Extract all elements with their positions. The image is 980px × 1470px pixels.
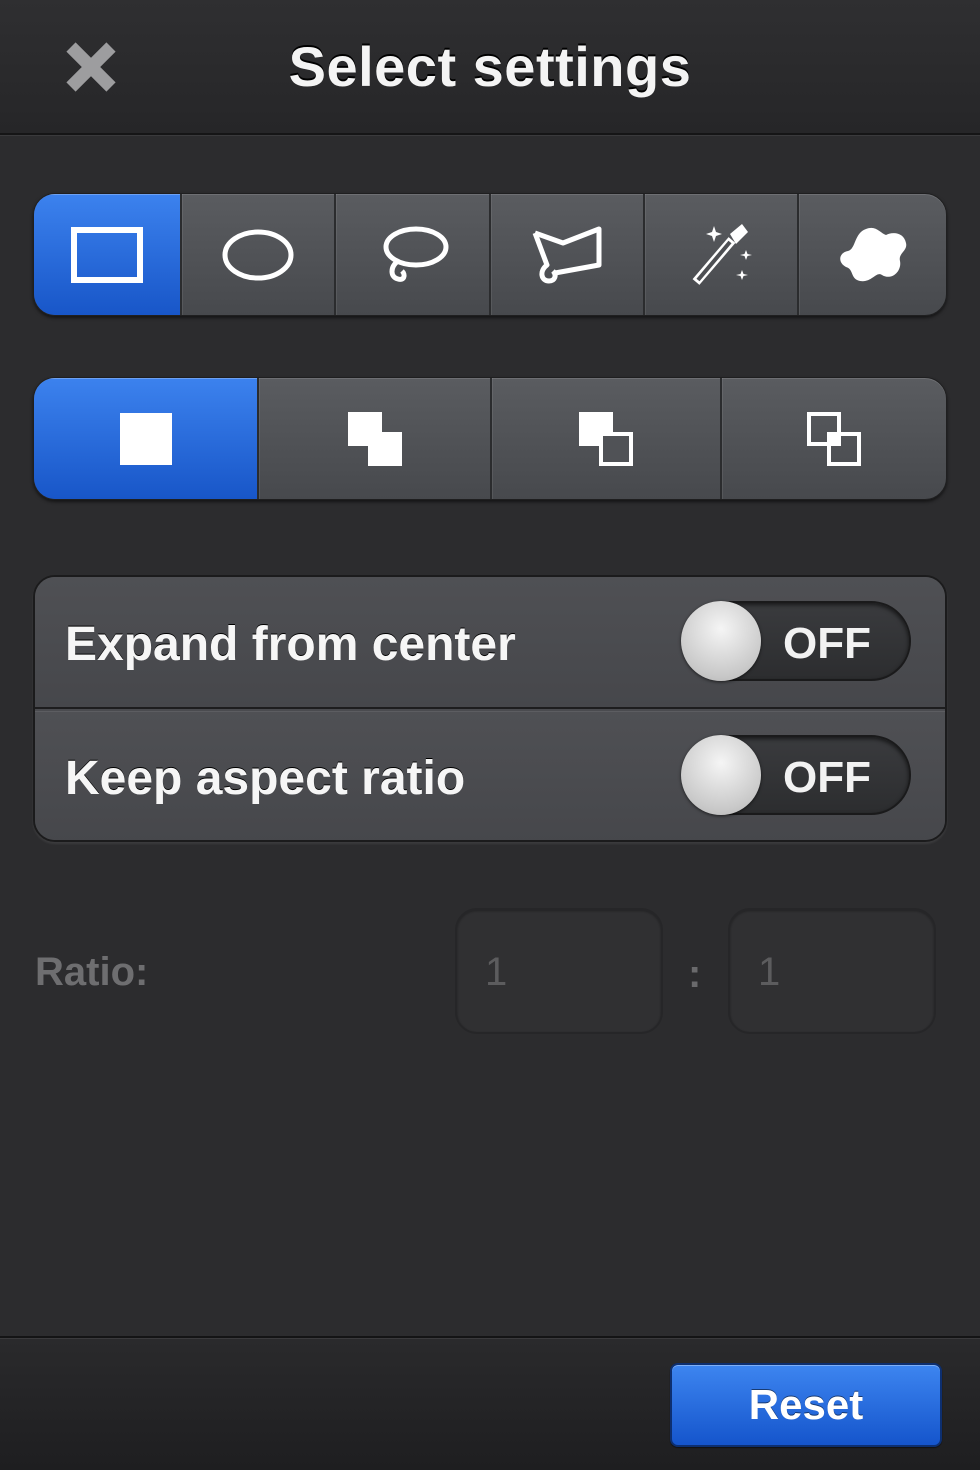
tool-ellipse[interactable] [182, 194, 336, 315]
expand-from-center-row: Expand from center OFF [35, 577, 945, 709]
toggle-knob [681, 601, 761, 681]
ratio-label: Ratio: [35, 950, 149, 994]
reset-button[interactable]: Reset [670, 1363, 942, 1447]
magic-wand-icon [692, 223, 752, 285]
mode-add[interactable] [259, 378, 492, 499]
intersect-selection-icon [807, 411, 861, 466]
mode-new[interactable] [34, 378, 259, 499]
expand-from-center-label: Expand from center [65, 618, 516, 671]
add-selection-icon [347, 411, 402, 466]
page-title: Select settings [288, 35, 692, 98]
blob-icon [839, 227, 906, 281]
keep-aspect-ratio-label: Keep aspect ratio [65, 752, 466, 805]
new-selection-icon [119, 412, 172, 465]
keep-aspect-ratio-toggle[interactable]: OFF [681, 735, 911, 815]
polygon-lasso-icon [532, 226, 602, 283]
tool-rectangle[interactable] [34, 194, 182, 315]
toggle-state: OFF [783, 619, 871, 668]
toggle-state: OFF [783, 753, 871, 802]
ellipse-icon [222, 229, 294, 280]
rectangle-icon [71, 226, 143, 283]
expand-from-center-toggle[interactable]: OFF [681, 601, 911, 681]
tool-lasso[interactable] [336, 194, 491, 315]
ratio-separator: : [688, 952, 702, 996]
mode-intersect[interactable] [722, 378, 946, 499]
ratio-height-value: 1 [758, 950, 781, 994]
lasso-icon [383, 226, 448, 282]
tool-magic-wand[interactable] [645, 194, 799, 315]
toggle-knob [681, 735, 761, 815]
ratio-width-input[interactable]: 1 [455, 908, 663, 1034]
tool-shape[interactable] [799, 194, 946, 315]
selection-tool-selector [33, 193, 947, 316]
ratio-width-value: 1 [485, 950, 508, 994]
mode-subtract[interactable] [492, 378, 722, 499]
keep-aspect-ratio-row: Keep aspect ratio OFF [35, 711, 945, 840]
subtract-selection-icon [579, 411, 633, 466]
selection-mode-selector [33, 377, 947, 500]
footer-bar: Reset [0, 1336, 980, 1470]
header-bar: Select settings [0, 0, 980, 135]
tool-polygon-lasso[interactable] [491, 194, 645, 315]
ratio-height-input[interactable]: 1 [728, 908, 936, 1034]
selection-options-group: Expand from center OFF Keep aspect ratio… [33, 575, 947, 842]
